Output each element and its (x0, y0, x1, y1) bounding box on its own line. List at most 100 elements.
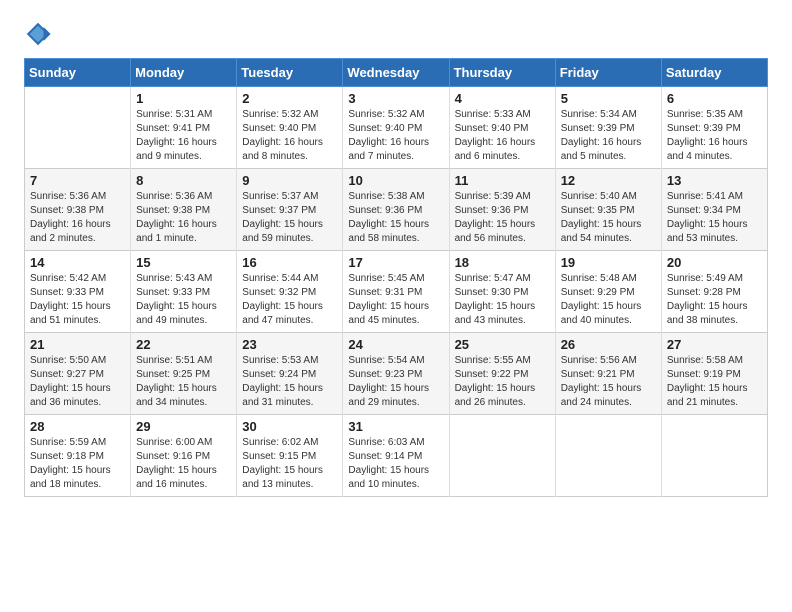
header-row: SundayMondayTuesdayWednesdayThursdayFrid… (25, 59, 768, 87)
page: SundayMondayTuesdayWednesdayThursdayFrid… (0, 0, 792, 517)
day-cell (555, 415, 661, 497)
day-number: 27 (667, 337, 762, 352)
calendar-table: SundayMondayTuesdayWednesdayThursdayFrid… (24, 58, 768, 497)
day-cell: 19 Sunrise: 5:48 AMSunset: 9:29 PMDayligh… (555, 251, 661, 333)
day-cell: 28 Sunrise: 5:59 AMSunset: 9:18 PMDayligh… (25, 415, 131, 497)
day-number: 7 (30, 173, 125, 188)
day-cell: 8 Sunrise: 5:36 AMSunset: 9:38 PMDaylight… (131, 169, 237, 251)
day-number: 10 (348, 173, 443, 188)
header-day: Tuesday (237, 59, 343, 87)
header-day: Wednesday (343, 59, 449, 87)
week-row: 28 Sunrise: 5:59 AMSunset: 9:18 PMDayligh… (25, 415, 768, 497)
day-info: Sunrise: 5:42 AMSunset: 9:33 PMDaylight:… (30, 272, 125, 328)
day-info: Sunrise: 5:50 AMSunset: 9:27 PMDaylight:… (30, 354, 125, 410)
day-number: 11 (455, 173, 550, 188)
day-info: Sunrise: 5:51 AMSunset: 9:25 PMDaylight:… (136, 354, 231, 410)
day-number: 9 (242, 173, 337, 188)
day-info: Sunrise: 5:47 AMSunset: 9:30 PMDaylight:… (455, 272, 550, 328)
day-number: 5 (561, 91, 656, 106)
day-cell: 25 Sunrise: 5:55 AMSunset: 9:22 PMDayligh… (449, 333, 555, 415)
day-info: Sunrise: 6:00 AMSunset: 9:16 PMDaylight:… (136, 436, 231, 492)
day-number: 23 (242, 337, 337, 352)
day-info: Sunrise: 5:54 AMSunset: 9:23 PMDaylight:… (348, 354, 443, 410)
day-number: 13 (667, 173, 762, 188)
day-info: Sunrise: 5:36 AMSunset: 9:38 PMDaylight:… (136, 190, 231, 246)
day-number: 30 (242, 419, 337, 434)
day-number: 28 (30, 419, 125, 434)
header-day: Friday (555, 59, 661, 87)
day-info: Sunrise: 5:44 AMSunset: 9:32 PMDaylight:… (242, 272, 337, 328)
week-row: 7 Sunrise: 5:36 AMSunset: 9:38 PMDaylight… (25, 169, 768, 251)
day-number: 2 (242, 91, 337, 106)
day-cell: 27Sunrise: 5:58 AMSunset: 9:19 PMDayligh… (661, 333, 767, 415)
day-info: Sunrise: 5:41 AMSunset: 9:34 PMDaylight:… (667, 190, 762, 246)
day-number: 8 (136, 173, 231, 188)
week-row: 1 Sunrise: 5:31 AMSunset: 9:41 PMDaylight… (25, 87, 768, 169)
day-cell: 26 Sunrise: 5:56 AMSunset: 9:21 PMDayligh… (555, 333, 661, 415)
day-info: Sunrise: 5:35 AMSunset: 9:39 PMDaylight:… (667, 108, 762, 164)
day-number: 15 (136, 255, 231, 270)
day-number: 29 (136, 419, 231, 434)
day-number: 25 (455, 337, 550, 352)
day-number: 22 (136, 337, 231, 352)
day-number: 19 (561, 255, 656, 270)
day-info: Sunrise: 5:59 AMSunset: 9:18 PMDaylight:… (30, 436, 125, 492)
day-cell: 29 Sunrise: 6:00 AMSunset: 9:16 PMDayligh… (131, 415, 237, 497)
day-cell: 16 Sunrise: 5:44 AMSunset: 9:32 PMDayligh… (237, 251, 343, 333)
day-number: 20 (667, 255, 762, 270)
day-info: Sunrise: 5:38 AMSunset: 9:36 PMDaylight:… (348, 190, 443, 246)
day-cell: 30 Sunrise: 6:02 AMSunset: 9:15 PMDayligh… (237, 415, 343, 497)
day-info: Sunrise: 5:39 AMSunset: 9:36 PMDaylight:… (455, 190, 550, 246)
day-info: Sunrise: 5:36 AMSunset: 9:38 PMDaylight:… (30, 190, 125, 246)
day-info: Sunrise: 5:31 AMSunset: 9:41 PMDaylight:… (136, 108, 231, 164)
day-number: 17 (348, 255, 443, 270)
day-info: Sunrise: 5:33 AMSunset: 9:40 PMDaylight:… (455, 108, 550, 164)
day-info: Sunrise: 5:49 AMSunset: 9:28 PMDaylight:… (667, 272, 762, 328)
day-cell: 9Sunrise: 5:37 AMSunset: 9:37 PMDaylight… (237, 169, 343, 251)
day-cell: 23 Sunrise: 5:53 AMSunset: 9:24 PMDayligh… (237, 333, 343, 415)
day-cell: 14 Sunrise: 5:42 AMSunset: 9:33 PMDayligh… (25, 251, 131, 333)
day-info: Sunrise: 5:56 AMSunset: 9:21 PMDaylight:… (561, 354, 656, 410)
logo (24, 20, 56, 48)
day-cell: 6Sunrise: 5:35 AMSunset: 9:39 PMDaylight… (661, 87, 767, 169)
day-info: Sunrise: 5:48 AMSunset: 9:29 PMDaylight:… (561, 272, 656, 328)
day-number: 16 (242, 255, 337, 270)
day-info: Sunrise: 5:43 AMSunset: 9:33 PMDaylight:… (136, 272, 231, 328)
day-cell (661, 415, 767, 497)
day-info: Sunrise: 5:55 AMSunset: 9:22 PMDaylight:… (455, 354, 550, 410)
header-day: Saturday (661, 59, 767, 87)
day-cell: 18 Sunrise: 5:47 AMSunset: 9:30 PMDayligh… (449, 251, 555, 333)
day-cell: 3Sunrise: 5:32 AMSunset: 9:40 PMDaylight… (343, 87, 449, 169)
day-cell: 7 Sunrise: 5:36 AMSunset: 9:38 PMDaylight… (25, 169, 131, 251)
day-number: 18 (455, 255, 550, 270)
day-cell: 12 Sunrise: 5:40 AMSunset: 9:35 PMDayligh… (555, 169, 661, 251)
day-number: 14 (30, 255, 125, 270)
day-info: Sunrise: 5:45 AMSunset: 9:31 PMDaylight:… (348, 272, 443, 328)
day-cell: 13 Sunrise: 5:41 AMSunset: 9:34 PMDayligh… (661, 169, 767, 251)
day-number: 26 (561, 337, 656, 352)
day-cell: 22 Sunrise: 5:51 AMSunset: 9:25 PMDayligh… (131, 333, 237, 415)
day-number: 1 (136, 91, 231, 106)
day-info: Sunrise: 6:02 AMSunset: 9:15 PMDaylight:… (242, 436, 337, 492)
header-day: Monday (131, 59, 237, 87)
day-number: 31 (348, 419, 443, 434)
day-cell: 11 Sunrise: 5:39 AMSunset: 9:36 PMDayligh… (449, 169, 555, 251)
day-cell: 1 Sunrise: 5:31 AMSunset: 9:41 PMDaylight… (131, 87, 237, 169)
week-row: 21 Sunrise: 5:50 AMSunset: 9:27 PMDayligh… (25, 333, 768, 415)
day-number: 3 (348, 91, 443, 106)
day-number: 21 (30, 337, 125, 352)
day-info: Sunrise: 6:03 AMSunset: 9:14 PMDaylight:… (348, 436, 443, 492)
day-info: Sunrise: 5:34 AMSunset: 9:39 PMDaylight:… (561, 108, 656, 164)
day-cell: 4Sunrise: 5:33 AMSunset: 9:40 PMDaylight… (449, 87, 555, 169)
day-cell: 31 Sunrise: 6:03 AMSunset: 9:14 PMDayligh… (343, 415, 449, 497)
day-cell: 24 Sunrise: 5:54 AMSunset: 9:23 PMDayligh… (343, 333, 449, 415)
day-cell: 20 Sunrise: 5:49 AMSunset: 9:28 PMDayligh… (661, 251, 767, 333)
day-cell: 2Sunrise: 5:32 AMSunset: 9:40 PMDaylight… (237, 87, 343, 169)
day-number: 24 (348, 337, 443, 352)
day-number: 12 (561, 173, 656, 188)
day-info: Sunrise: 5:40 AMSunset: 9:35 PMDaylight:… (561, 190, 656, 246)
day-info: Sunrise: 5:53 AMSunset: 9:24 PMDaylight:… (242, 354, 337, 410)
day-cell: 5 Sunrise: 5:34 AMSunset: 9:39 PMDaylight… (555, 87, 661, 169)
logo-icon (24, 20, 52, 48)
header-day: Thursday (449, 59, 555, 87)
